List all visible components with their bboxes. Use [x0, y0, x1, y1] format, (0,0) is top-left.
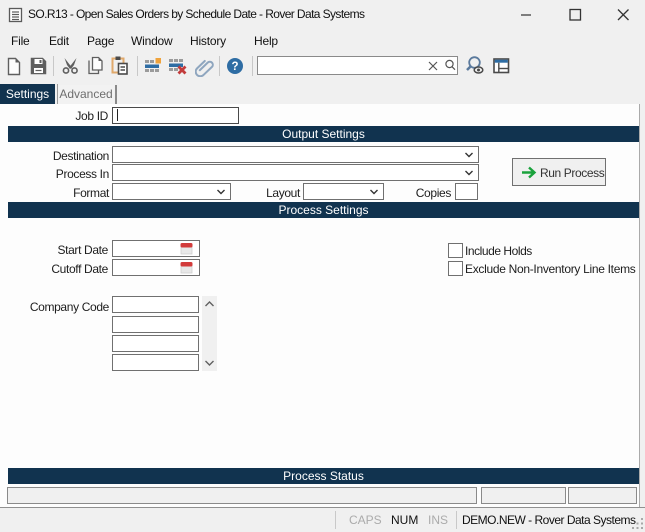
- svg-text:?: ?: [231, 61, 238, 73]
